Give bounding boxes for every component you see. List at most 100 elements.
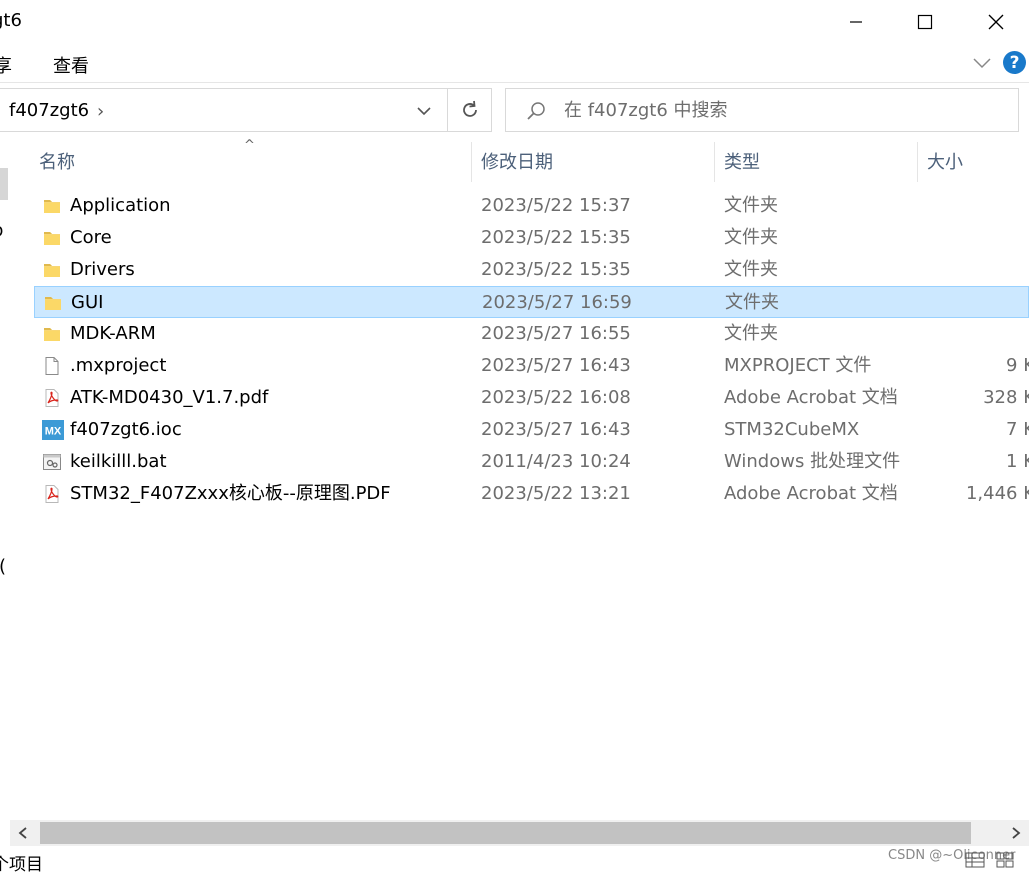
breadcrumb-chevron-icon[interactable]: › bbox=[97, 101, 104, 122]
file-type: Adobe Acrobat 文档 bbox=[724, 387, 898, 408]
file-type: 文件夹 bbox=[724, 323, 778, 344]
file-type: 文件夹 bbox=[725, 292, 779, 313]
minimize-button[interactable] bbox=[833, 0, 879, 44]
blank-file-icon bbox=[42, 356, 62, 376]
details-view-icon[interactable] bbox=[964, 850, 986, 870]
pdf-icon bbox=[42, 388, 62, 408]
navigation-pane-fragment[interactable]: p bbox=[0, 220, 3, 241]
column-divider[interactable] bbox=[471, 142, 472, 182]
file-modified-date: 2023/5/22 16:08 bbox=[481, 387, 631, 408]
file-modified-date: 2011/4/23 10:24 bbox=[481, 451, 631, 472]
file-row[interactable]: ATK-MD0430_V1.7.pdf 2023/5/22 16:08 Adobe … bbox=[34, 382, 1029, 414]
menu-item-share[interactable]: 享 bbox=[0, 52, 12, 78]
navigation-pane-fragment[interactable]: (( bbox=[0, 556, 6, 577]
column-header-name[interactable]: 名称 bbox=[39, 140, 75, 182]
sort-ascending-icon: ^ bbox=[244, 138, 255, 153]
folder-icon bbox=[42, 324, 62, 344]
file-modified-date: 2023/5/27 16:43 bbox=[481, 419, 631, 440]
file-name: .mxproject bbox=[70, 355, 167, 376]
file-name: Application bbox=[70, 195, 171, 216]
file-row[interactable]: GUI 2023/5/27 16:59 文件夹 bbox=[34, 286, 1029, 318]
chevron-right-icon bbox=[1012, 827, 1021, 839]
navigation-pane-scrollbar[interactable] bbox=[0, 168, 8, 200]
file-size: 9 K bbox=[1006, 355, 1029, 376]
file-modified-date: 2023/5/27 16:55 bbox=[481, 323, 631, 344]
maximize-icon bbox=[917, 14, 933, 30]
file-size: 7 K bbox=[1006, 419, 1029, 440]
file-name: Core bbox=[70, 227, 112, 248]
refresh-button[interactable] bbox=[447, 89, 492, 131]
scroll-left-button[interactable] bbox=[10, 820, 36, 846]
search-icon bbox=[526, 101, 546, 121]
horizontal-scrollbar[interactable] bbox=[10, 820, 1029, 846]
refresh-icon bbox=[463, 100, 477, 117]
close-icon bbox=[988, 14, 1004, 30]
file-name: STM32_F407Zxxx核心板--原理图.PDF bbox=[70, 483, 391, 504]
close-button[interactable] bbox=[973, 0, 1019, 44]
column-divider[interactable] bbox=[714, 142, 715, 182]
file-type: STM32CubeMX bbox=[724, 419, 860, 440]
window-title: gt6 bbox=[0, 10, 22, 31]
folder-icon bbox=[43, 293, 63, 313]
file-type: MXPROJECT 文件 bbox=[724, 355, 872, 376]
folder-icon bbox=[42, 196, 62, 216]
file-name: ATK-MD0430_V1.7.pdf bbox=[70, 387, 269, 408]
file-type: Windows 批处理文件 bbox=[724, 451, 901, 472]
stm32cubemx-icon: MX bbox=[42, 420, 64, 440]
large-icons-view-icon[interactable] bbox=[994, 850, 1016, 870]
status-bar: 个项目 bbox=[0, 848, 1029, 875]
pdf-icon bbox=[42, 484, 62, 504]
scroll-right-button[interactable] bbox=[1003, 820, 1029, 846]
search-box[interactable] bbox=[505, 88, 1019, 132]
file-name: keilkilll.bat bbox=[70, 451, 167, 472]
address-history-dropdown-icon[interactable] bbox=[413, 101, 435, 121]
search-input[interactable] bbox=[564, 97, 1004, 123]
file-size: 1,446 K bbox=[965, 483, 1029, 504]
address-bar[interactable]: f407zgt6 › bbox=[0, 88, 492, 132]
file-size: 1 K bbox=[1006, 451, 1029, 472]
folder-icon bbox=[42, 260, 62, 280]
file-modified-date: 2023/5/22 15:37 bbox=[481, 195, 631, 216]
file-type: 文件夹 bbox=[724, 227, 778, 248]
file-modified-date: 2023/5/22 15:35 bbox=[481, 259, 631, 280]
file-name: MDK-ARM bbox=[70, 323, 156, 344]
file-row[interactable]: STM32_F407Zxxx核心板--原理图.PDF 2023/5/22 13:2… bbox=[34, 478, 1029, 510]
file-name: Drivers bbox=[70, 259, 135, 280]
file-name: GUI bbox=[71, 292, 104, 313]
svg-text:MX: MX bbox=[45, 426, 62, 438]
file-type: Adobe Acrobat 文档 bbox=[724, 483, 898, 504]
minimize-icon bbox=[850, 21, 862, 23]
file-row[interactable]: MX f407zgt6.ioc 2023/5/27 16:43 STM32CubeMX… bbox=[34, 414, 1029, 446]
file-modified-date: 2023/5/27 16:43 bbox=[481, 355, 631, 376]
file-type: 文件夹 bbox=[724, 259, 778, 280]
file-row[interactable]: keilkilll.bat 2011/4/23 10:24 Windows 批处理文… bbox=[34, 446, 1029, 478]
column-header-type[interactable]: 类型 bbox=[724, 140, 760, 182]
file-size: 328 K bbox=[983, 387, 1029, 408]
column-header-size[interactable]: 大小 bbox=[927, 140, 963, 182]
ribbon-menu-bar: 享 查看 bbox=[0, 44, 1029, 83]
item-count-text: 个项目 bbox=[0, 855, 43, 875]
batch-file-icon bbox=[42, 452, 62, 472]
column-header-date[interactable]: 修改日期 bbox=[481, 140, 553, 182]
file-modified-date: 2023/5/22 15:35 bbox=[481, 227, 631, 248]
column-divider[interactable] bbox=[917, 142, 918, 182]
maximize-button[interactable] bbox=[902, 0, 948, 44]
file-type: 文件夹 bbox=[724, 195, 778, 216]
file-modified-date: 2023/5/27 16:59 bbox=[482, 292, 632, 313]
breadcrumb-current-folder[interactable]: f407zgt6 bbox=[9, 100, 89, 121]
file-row[interactable]: Drivers 2023/5/22 15:35 文件夹 bbox=[34, 254, 1029, 286]
file-row[interactable]: .mxproject 2023/5/27 16:43 MXPROJECT 文件 9 K bbox=[34, 350, 1029, 382]
help-icon[interactable]: ? bbox=[1003, 51, 1026, 74]
file-row[interactable]: Core 2023/5/22 15:35 文件夹 bbox=[34, 222, 1029, 254]
menu-item-view[interactable]: 查看 bbox=[53, 52, 89, 78]
file-row[interactable]: MDK-ARM 2023/5/27 16:55 文件夹 bbox=[34, 318, 1029, 350]
folder-icon bbox=[42, 228, 62, 248]
ribbon-expand-chevron-icon[interactable] bbox=[972, 55, 992, 74]
navigation-pane-edge bbox=[0, 140, 10, 820]
file-name: f407zgt6.ioc bbox=[70, 419, 182, 440]
chevron-left-icon bbox=[18, 827, 27, 839]
scrollbar-thumb[interactable] bbox=[40, 822, 971, 844]
file-modified-date: 2023/5/22 13:21 bbox=[481, 483, 631, 504]
file-row[interactable]: Application 2023/5/22 15:37 文件夹 bbox=[34, 190, 1029, 222]
title-bar: gt6 bbox=[0, 0, 1029, 44]
